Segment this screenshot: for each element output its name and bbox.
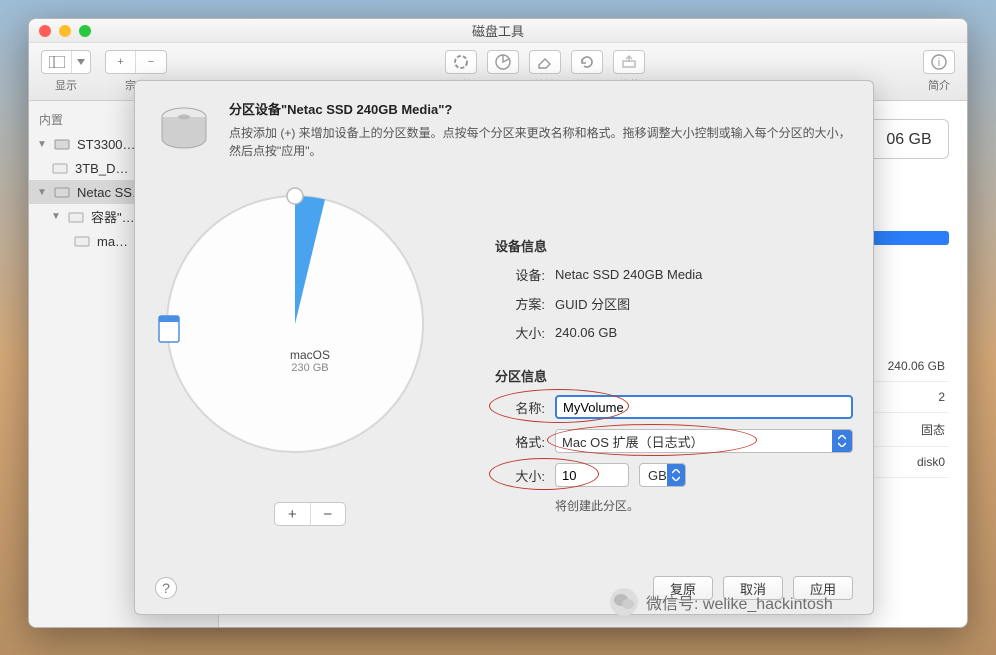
- unit-value: GB: [648, 468, 667, 483]
- table-row: 240.06 GB: [869, 351, 949, 382]
- macos-icon: [155, 314, 183, 344]
- view-group: 显示: [41, 50, 91, 93]
- usage-bar: [869, 231, 949, 245]
- table-row: disk0: [869, 447, 949, 478]
- add-remove-bar: + −: [274, 502, 346, 526]
- partition-note: 将创建此分区。: [555, 497, 853, 514]
- sheet-title: 分区设备"Netac SSD 240GB Media"?: [229, 99, 853, 118]
- sidebar-item-label: 3TB_D…: [75, 161, 128, 176]
- container-icon: [67, 208, 85, 226]
- table-row: 固态: [869, 413, 949, 447]
- erase-button[interactable]: [530, 51, 560, 73]
- size-label: 大小:: [495, 466, 545, 485]
- view-menu-button[interactable]: [72, 51, 90, 73]
- volume-remove-button[interactable]: −: [136, 51, 166, 73]
- remove-partition-button[interactable]: −: [311, 503, 346, 525]
- pie-chart[interactable]: macOS 230 GB + −: [155, 176, 465, 526]
- partition-info-header: 分区信息: [495, 366, 853, 385]
- sidebar-toggle-button[interactable]: [42, 51, 72, 73]
- svg-text:i: i: [938, 57, 940, 69]
- info-table: 240.06 GB 2 固态 disk0: [869, 351, 949, 478]
- disclosure-icon[interactable]: ▼: [51, 211, 61, 222]
- window-title: 磁盘工具: [29, 21, 967, 40]
- hdd-icon: [53, 135, 71, 153]
- totalsize-label: 大小:: [495, 323, 545, 342]
- firstaid-button[interactable]: [446, 51, 476, 73]
- add-partition-button[interactable]: +: [275, 503, 311, 525]
- info-button[interactable]: i: [924, 51, 954, 73]
- device-label: 设备:: [495, 265, 545, 284]
- table-row: 2: [869, 382, 949, 413]
- restore-button[interactable]: [572, 51, 602, 73]
- view-label: 显示: [55, 77, 77, 93]
- sidebar-item-label: ma…: [97, 234, 128, 249]
- titlebar: 磁盘工具: [29, 19, 967, 43]
- wechat-icon: [610, 588, 638, 616]
- device-info-header: 设备信息: [495, 236, 853, 255]
- sidebar-item-label: ST3300…: [77, 137, 136, 152]
- volume-icon: [51, 159, 69, 177]
- chevron-updown-icon: [667, 464, 685, 486]
- watermark: 微信号: welike_hackintosh: [610, 588, 833, 616]
- totalsize-value: 240.06 GB: [555, 325, 617, 340]
- disclosure-icon[interactable]: ▼: [37, 187, 47, 198]
- device-value: Netac SSD 240GB Media: [555, 267, 702, 282]
- disclosure-icon[interactable]: ▼: [37, 139, 47, 150]
- sidebar-item-label: 容器"…: [91, 207, 135, 226]
- ssd-icon: [53, 183, 71, 201]
- name-label: 名称:: [495, 398, 545, 417]
- format-value: Mac OS 扩展（日志式）: [562, 432, 704, 451]
- format-label: 格式:: [495, 432, 545, 451]
- info-label: 简介: [928, 77, 950, 93]
- scheme-label: 方案:: [495, 294, 545, 313]
- scheme-value: GUID 分区图: [555, 294, 630, 313]
- watermark-text: 微信号: welike_hackintosh: [646, 590, 833, 614]
- name-input[interactable]: [555, 395, 853, 419]
- format-select[interactable]: Mac OS 扩展（日志式）: [555, 429, 853, 453]
- partition-sheet: 分区设备"Netac SSD 240GB Media"? 点按添加 (+) 来增…: [134, 80, 874, 615]
- size-input[interactable]: [555, 463, 629, 487]
- volume-icon: [73, 232, 91, 250]
- mount-button[interactable]: [614, 51, 644, 73]
- drive-icon: [155, 99, 213, 157]
- help-button[interactable]: ?: [155, 577, 177, 599]
- sheet-description: 点按添加 (+) 来增加设备上的分区数量。点按每个分区来更改名称和格式。拖移调整…: [229, 124, 853, 160]
- fields: 设备信息 设备: Netac SSD 240GB Media 方案: GUID 分区…: [495, 176, 853, 526]
- partition-button[interactable]: [488, 51, 518, 73]
- chevron-updown-icon: [832, 430, 852, 452]
- unit-select[interactable]: GB: [639, 463, 686, 487]
- volume-add-button[interactable]: +: [106, 51, 136, 73]
- capacity-box: 06 GB: [869, 119, 949, 159]
